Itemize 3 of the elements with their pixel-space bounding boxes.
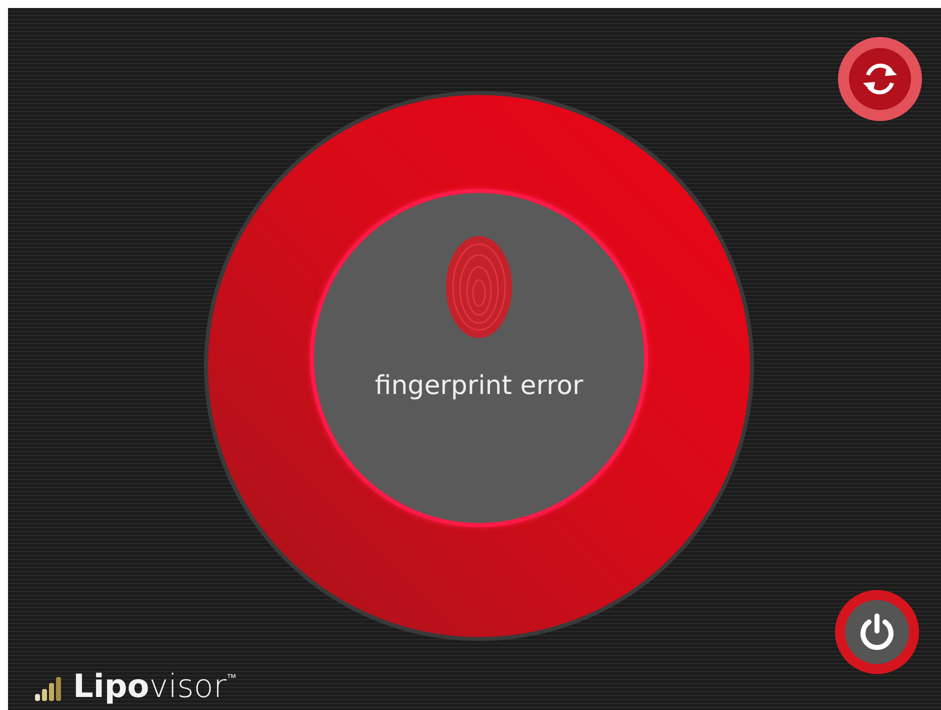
fingerprint-icon	[445, 235, 513, 339]
status-message: fingerprint error	[374, 371, 584, 402]
brand-logo: Lipovisor$^{™}$	[73, 670, 236, 702]
